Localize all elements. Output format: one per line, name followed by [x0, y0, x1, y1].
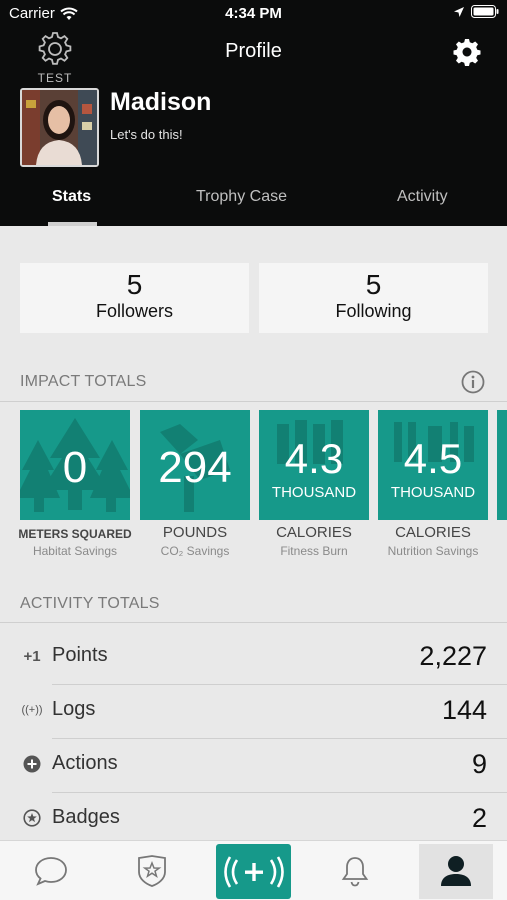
following-count: 5 — [365, 269, 382, 300]
followers-label: Followers — [95, 301, 174, 321]
profile-header: Carrier 4:34 PM TEST Profile Madison Let… — [0, 0, 507, 226]
activity-totals-heading: ACTIVITY TOTALS — [20, 595, 160, 612]
points-row[interactable]: +1 Points 2,227 — [0, 630, 507, 684]
habitat-caption: METERS SQUARED Habitat Savings — [10, 524, 140, 558]
badges-label: Badges — [52, 806, 120, 828]
points-value: 2,227 — [419, 641, 487, 671]
habitat-unit-label: METERS SQUARED — [18, 527, 132, 541]
status-bar: Carrier 4:34 PM — [0, 0, 507, 28]
battery-icon — [471, 5, 499, 18]
nav-chat[interactable] — [20, 841, 82, 900]
profile-tabs: Stats Trophy Case Activity — [0, 180, 507, 226]
following-label: Following — [335, 301, 412, 321]
co2-value: 294 — [158, 443, 232, 492]
plus-one-icon: +1 — [23, 647, 41, 665]
habitat-sub-label: Habitat Savings — [32, 544, 118, 558]
co2-sub-label: CO₂ Savings — [160, 544, 230, 558]
fitness-value: 4.3 — [284, 435, 344, 482]
followers-card[interactable]: 5 Followers — [20, 263, 249, 333]
nav-log-action[interactable] — [216, 844, 291, 899]
fitness-unit: THOUSAND — [271, 484, 357, 501]
nutrition-unit: THOUSAND — [390, 484, 476, 501]
broadcast-plus-icon: ((+)) — [21, 704, 43, 716]
followers-count: 5 — [126, 269, 143, 300]
logs-label: Logs — [52, 698, 96, 720]
actions-label: Actions — [52, 752, 118, 774]
next-tile-peek[interactable] — [497, 410, 507, 520]
info-icon[interactable] — [461, 370, 485, 394]
actions-row[interactable]: Actions 9 — [0, 738, 507, 792]
nav-notifications[interactable] — [324, 841, 386, 900]
badge-shield-icon — [138, 855, 166, 887]
nutrition-tile[interactable]: 4.5 THOUSAND — [378, 410, 488, 520]
habitat-value: 0 — [62, 443, 88, 492]
fitness-tile[interactable]: 4.3 THOUSAND — [259, 410, 369, 520]
logs-value: 144 — [441, 695, 487, 725]
fitness-sub-label: Fitness Burn — [280, 544, 348, 558]
status-time: 4:34 PM — [225, 5, 282, 22]
nutrition-caption: CALORIES Nutrition Savings — [368, 524, 498, 558]
status-right — [453, 5, 499, 18]
tab-stats[interactable]: Stats — [52, 188, 91, 206]
badges-row[interactable]: Badges 2 — [0, 792, 507, 846]
impact-totals-heading: IMPACT TOTALS — [20, 373, 147, 390]
bottom-nav — [0, 840, 507, 900]
points-label: Points — [52, 644, 108, 666]
nav-profile[interactable] — [419, 844, 493, 899]
co2-caption: POUNDS CO₂ Savings — [130, 524, 260, 558]
avatar-photo — [22, 90, 97, 165]
activity-divider — [0, 622, 507, 623]
profile-name: Madison — [110, 88, 212, 116]
profile-tagline: Let's do this! — [110, 127, 183, 142]
settings-button[interactable] — [453, 38, 481, 66]
log-action-icon — [223, 855, 284, 888]
chat-icon — [35, 857, 67, 886]
nutrition-sub-label: Nutrition Savings — [387, 544, 479, 558]
active-tab-indicator — [48, 222, 97, 226]
badges-value: 2 — [471, 803, 487, 833]
habitat-tile[interactable]: 0 — [20, 410, 130, 520]
fitness-unit-label: CALORIES — [276, 524, 352, 541]
test-label: TEST — [37, 71, 73, 85]
bell-icon — [341, 857, 369, 887]
logs-row[interactable]: ((+)) Logs 144 — [0, 684, 507, 738]
impact-divider — [0, 401, 507, 402]
gear-icon — [453, 39, 481, 66]
page-title: Profile — [225, 40, 282, 62]
nutrition-value: 4.5 — [403, 435, 463, 482]
location-icon — [454, 6, 464, 17]
nutrition-unit-label: CALORIES — [395, 524, 471, 541]
fitness-caption: CALORIES Fitness Burn — [249, 524, 379, 558]
profile-icon — [441, 856, 471, 886]
tab-trophy-case[interactable]: Trophy Case — [196, 188, 287, 206]
following-card[interactable]: 5 Following — [259, 263, 488, 333]
plus-circle-icon — [22, 754, 42, 774]
avatar[interactable] — [20, 88, 99, 167]
actions-value: 9 — [471, 749, 487, 779]
tab-activity[interactable]: Activity — [397, 188, 448, 206]
co2-unit-label: POUNDS — [162, 524, 228, 541]
star-circle-icon — [22, 808, 42, 828]
co2-tile[interactable]: 294 — [140, 410, 250, 520]
nav-badges[interactable] — [121, 841, 183, 900]
